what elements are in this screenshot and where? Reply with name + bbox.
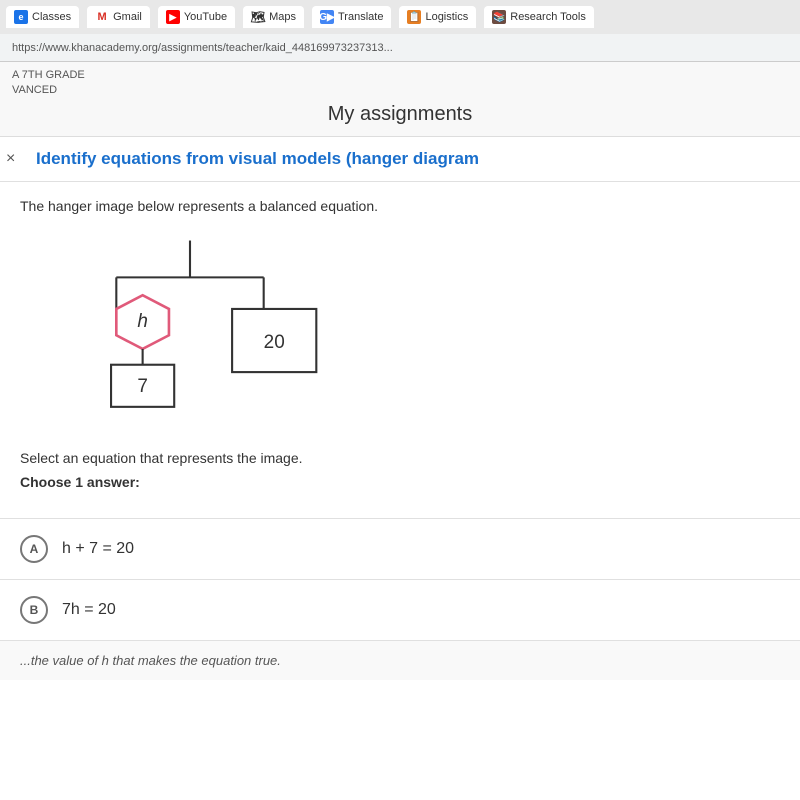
tab-maps-label: Maps [269, 11, 296, 23]
option-b-id: B [30, 603, 39, 617]
tab-research[interactable]: 📚 Research Tools [484, 6, 594, 28]
footer-hint: ...the value of h that makes the equatio… [0, 640, 800, 680]
tab-logistics-label: Logistics [425, 11, 468, 23]
translate-favicon: G▶ [320, 10, 334, 24]
tab-maps[interactable]: 🗺 Maps [243, 6, 304, 28]
tab-gmail-label: Gmail [113, 11, 142, 23]
hanger-diagram: h 7 20 [30, 230, 350, 430]
tab-bar: e Classes M Gmail ▶ YouTube 🗺 Maps G▶ Tr… [0, 0, 800, 34]
question-title: Identify equations from visual models (h… [36, 149, 780, 169]
breadcrumb-line1: A 7TH GRADE [12, 69, 85, 81]
option-circle-a: A [20, 535, 48, 563]
tab-classes-label: Classes [32, 11, 71, 23]
question-description: The hanger image below represents a bala… [20, 198, 780, 214]
gmail-favicon: M [95, 10, 109, 24]
breadcrumb-line2: VANCED [12, 84, 57, 96]
option-circle-b: B [20, 596, 48, 624]
page-header: A 7TH GRADE VANCED My assignments [0, 62, 800, 137]
maps-favicon: 🗺 [251, 10, 265, 24]
logistics-favicon: 📋 [407, 10, 421, 24]
youtube-favicon: ▶ [166, 10, 180, 24]
tab-translate-label: Translate [338, 11, 383, 23]
tab-research-label: Research Tools [510, 11, 586, 23]
research-favicon: 📚 [492, 10, 506, 24]
hanger-svg: h 7 20 [30, 230, 350, 430]
close-button[interactable]: × [6, 150, 15, 168]
page-title: My assignments [12, 99, 788, 130]
svg-text:7: 7 [137, 376, 148, 397]
footer-hint-text2: that makes the equation true. [109, 653, 281, 668]
select-prompt: Select an equation that represents the i… [20, 450, 780, 466]
option-a-text: h + 7 = 20 [62, 540, 134, 558]
tab-gmail[interactable]: M Gmail [87, 6, 150, 28]
breadcrumb: A 7TH GRADE VANCED [12, 68, 788, 99]
svg-text:h: h [137, 311, 148, 332]
footer-hint-text: ...the value of [20, 653, 102, 668]
url-text: https://www.khanacademy.org/assignments/… [12, 42, 393, 54]
svg-text:20: 20 [264, 332, 285, 353]
tab-youtube[interactable]: ▶ YouTube [158, 6, 235, 28]
option-a-id: A [30, 542, 39, 556]
option-b-text: 7h = 20 [62, 601, 116, 619]
tab-classes[interactable]: e Classes [6, 6, 79, 28]
tab-logistics[interactable]: 📋 Logistics [399, 6, 476, 28]
choose-label: Choose 1 answer: [20, 474, 780, 490]
answer-option-a[interactable]: A h + 7 = 20 [0, 518, 800, 579]
url-bar[interactable]: https://www.khanacademy.org/assignments/… [0, 34, 800, 62]
classes-favicon: e [14, 10, 28, 24]
question-title-row: × Identify equations from visual models … [0, 137, 800, 182]
tab-youtube-label: YouTube [184, 11, 227, 23]
tab-translate[interactable]: G▶ Translate [312, 6, 391, 28]
question-body: The hanger image below represents a bala… [0, 182, 800, 518]
answer-option-b[interactable]: B 7h = 20 [0, 579, 800, 640]
footer-hint-var: h [102, 653, 109, 668]
